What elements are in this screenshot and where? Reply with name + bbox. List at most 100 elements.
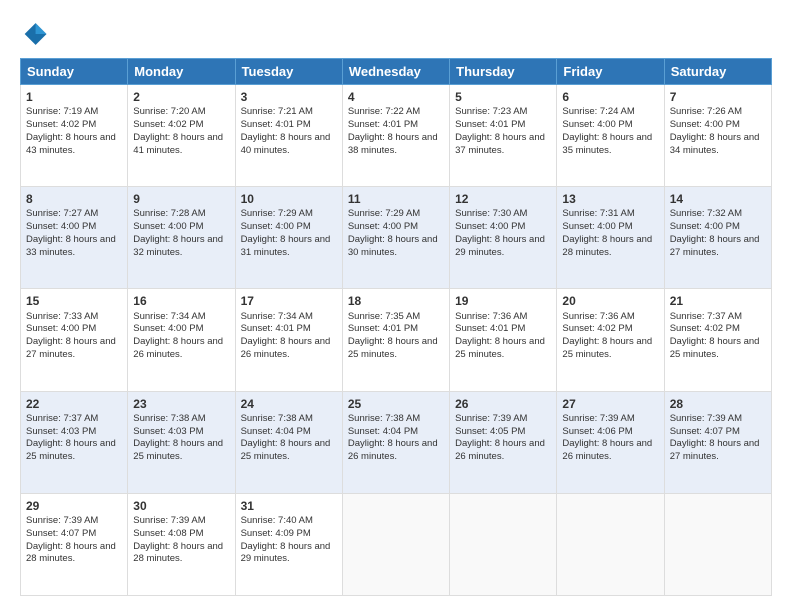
header — [20, 16, 772, 48]
day-cell-25: 25Sunrise: 7:38 AMSunset: 4:04 PMDayligh… — [342, 391, 449, 493]
day-number: 24 — [241, 396, 337, 412]
week-row-3: 15Sunrise: 7:33 AMSunset: 4:00 PMDayligh… — [21, 289, 772, 391]
day-number: 29 — [26, 498, 122, 514]
week-row-4: 22Sunrise: 7:37 AMSunset: 4:03 PMDayligh… — [21, 391, 772, 493]
sunrise-label: Sunrise: 7:29 AM — [348, 208, 420, 219]
day-header-friday: Friday — [557, 59, 664, 85]
day-cell-27: 27Sunrise: 7:39 AMSunset: 4:06 PMDayligh… — [557, 391, 664, 493]
day-cell-1: 1Sunrise: 7:19 AMSunset: 4:02 PMDaylight… — [21, 85, 128, 187]
sunrise-label: Sunrise: 7:40 AM — [241, 515, 313, 526]
sunset-label: Sunset: 4:07 PM — [26, 528, 96, 539]
sunrise-label: Sunrise: 7:34 AM — [133, 311, 205, 322]
sunrise-label: Sunrise: 7:20 AM — [133, 106, 205, 117]
daylight-label: Daylight: 8 hours and 43 minutes. — [26, 132, 116, 156]
sunset-label: Sunset: 4:06 PM — [562, 426, 632, 437]
daylight-label: Daylight: 8 hours and 28 minutes. — [133, 541, 223, 565]
daylight-label: Daylight: 8 hours and 28 minutes. — [26, 541, 116, 565]
day-cell-24: 24Sunrise: 7:38 AMSunset: 4:04 PMDayligh… — [235, 391, 342, 493]
day-number: 15 — [26, 293, 122, 309]
sunset-label: Sunset: 4:01 PM — [241, 323, 311, 334]
sunset-label: Sunset: 4:00 PM — [133, 221, 203, 232]
day-number: 7 — [670, 89, 766, 105]
day-header-tuesday: Tuesday — [235, 59, 342, 85]
daylight-label: Daylight: 8 hours and 33 minutes. — [26, 234, 116, 258]
day-cell-14: 14Sunrise: 7:32 AMSunset: 4:00 PMDayligh… — [664, 187, 771, 289]
sunrise-label: Sunrise: 7:36 AM — [455, 311, 527, 322]
day-cell-5: 5Sunrise: 7:23 AMSunset: 4:01 PMDaylight… — [450, 85, 557, 187]
sunrise-label: Sunrise: 7:39 AM — [133, 515, 205, 526]
day-cell-16: 16Sunrise: 7:34 AMSunset: 4:00 PMDayligh… — [128, 289, 235, 391]
sunrise-label: Sunrise: 7:29 AM — [241, 208, 313, 219]
daylight-label: Daylight: 8 hours and 26 minutes. — [562, 438, 652, 462]
sunrise-label: Sunrise: 7:32 AM — [670, 208, 742, 219]
empty-cell — [557, 493, 664, 595]
sunset-label: Sunset: 4:07 PM — [670, 426, 740, 437]
sunset-label: Sunset: 4:01 PM — [241, 119, 311, 130]
daylight-label: Daylight: 8 hours and 31 minutes. — [241, 234, 331, 258]
sunrise-label: Sunrise: 7:21 AM — [241, 106, 313, 117]
day-cell-22: 22Sunrise: 7:37 AMSunset: 4:03 PMDayligh… — [21, 391, 128, 493]
daylight-label: Daylight: 8 hours and 26 minutes. — [455, 438, 545, 462]
sunrise-label: Sunrise: 7:38 AM — [241, 413, 313, 424]
sunrise-label: Sunrise: 7:38 AM — [133, 413, 205, 424]
day-cell-4: 4Sunrise: 7:22 AMSunset: 4:01 PMDaylight… — [342, 85, 449, 187]
daylight-label: Daylight: 8 hours and 25 minutes. — [455, 336, 545, 360]
day-cell-10: 10Sunrise: 7:29 AM Sunset: 4:00 PM Dayligh… — [235, 187, 342, 289]
day-number: 4 — [348, 89, 444, 105]
day-cell-9: 9Sunrise: 7:28 AMSunset: 4:00 PMDaylight… — [128, 187, 235, 289]
sunset-label: Sunset: 4:02 PM — [133, 119, 203, 130]
week-row-2: 8Sunrise: 7:27 AM Sunset: 4:00 PM Daylight… — [21, 187, 772, 289]
day-number: 22 — [26, 396, 122, 412]
page: SundayMondayTuesdayWednesdayThursdayFrid… — [0, 0, 792, 612]
day-number: 26 — [455, 396, 551, 412]
sunset-label: Sunset: 4:08 PM — [133, 528, 203, 539]
sunset-label: Sunset: 4:00 PM — [670, 221, 740, 232]
day-number: 8 — [26, 191, 122, 207]
day-cell-29: 29Sunrise: 7:39 AMSunset: 4:07 PMDayligh… — [21, 493, 128, 595]
day-header-monday: Monday — [128, 59, 235, 85]
sunrise-label: Sunrise: 7:19 AM — [26, 106, 98, 117]
sunrise-label: Sunrise: 7:39 AM — [455, 413, 527, 424]
daylight-label: Daylight: 8 hours and 25 minutes. — [241, 438, 331, 462]
sunrise-label: Sunrise: 7:27 AM — [26, 208, 98, 219]
daylight-label: Daylight: 8 hours and 34 minutes. — [670, 132, 760, 156]
sunset-label: Sunset: 4:00 PM — [562, 119, 632, 130]
day-number: 12 — [455, 191, 551, 207]
day-number: 10 — [241, 191, 337, 207]
day-cell-3: 3Sunrise: 7:21 AMSunset: 4:01 PMDaylight… — [235, 85, 342, 187]
sunset-label: Sunset: 4:00 PM — [133, 323, 203, 334]
day-number: 11 — [348, 191, 444, 207]
day-cell-13: 13Sunrise: 7:31 AMSunset: 4:00 PMDayligh… — [557, 187, 664, 289]
day-number: 16 — [133, 293, 229, 309]
day-cell-19: 19Sunrise: 7:36 AMSunset: 4:01 PMDayligh… — [450, 289, 557, 391]
sunrise-label: Sunrise: 7:37 AM — [670, 311, 742, 322]
daylight-label: Daylight: 8 hours and 41 minutes. — [133, 132, 223, 156]
sunset-label: Sunset: 4:04 PM — [348, 426, 418, 437]
sunrise-label: Sunrise: 7:23 AM — [455, 106, 527, 117]
day-number: 31 — [241, 498, 337, 514]
day-cell-15: 15Sunrise: 7:33 AMSunset: 4:00 PMDayligh… — [21, 289, 128, 391]
day-number: 14 — [670, 191, 766, 207]
sunset-label: Sunset: 4:02 PM — [26, 119, 96, 130]
day-cell-11: 11Sunrise: 7:29 AMSunset: 4:00 PMDayligh… — [342, 187, 449, 289]
sunset-label: Sunset: 4:05 PM — [455, 426, 525, 437]
day-number: 5 — [455, 89, 551, 105]
calendar-header-row: SundayMondayTuesdayWednesdayThursdayFrid… — [21, 59, 772, 85]
day-cell-2: 2Sunrise: 7:20 AMSunset: 4:02 PMDaylight… — [128, 85, 235, 187]
daylight-label: Daylight: 8 hours and 32 minutes. — [133, 234, 223, 258]
sunrise-label: Sunrise: 7:35 AM — [348, 311, 420, 322]
sunset-label: Sunset: 4:00 PM — [241, 221, 311, 232]
sunrise-label: Sunrise: 7:37 AM — [26, 413, 98, 424]
day-number: 27 — [562, 396, 658, 412]
daylight-label: Daylight: 8 hours and 37 minutes. — [455, 132, 545, 156]
sunset-label: Sunset: 4:00 PM — [26, 221, 96, 232]
sunset-label: Sunset: 4:01 PM — [348, 323, 418, 334]
day-cell-18: 18Sunrise: 7:35 AMSunset: 4:01 PMDayligh… — [342, 289, 449, 391]
daylight-label: Daylight: 8 hours and 29 minutes. — [455, 234, 545, 258]
sunrise-label: Sunrise: 7:22 AM — [348, 106, 420, 117]
sunset-label: Sunset: 4:00 PM — [348, 221, 418, 232]
daylight-label: Daylight: 8 hours and 38 minutes. — [348, 132, 438, 156]
daylight-label: Daylight: 8 hours and 40 minutes. — [241, 132, 331, 156]
day-cell-21: 21Sunrise: 7:37 AMSunset: 4:02 PMDayligh… — [664, 289, 771, 391]
sunset-label: Sunset: 4:09 PM — [241, 528, 311, 539]
